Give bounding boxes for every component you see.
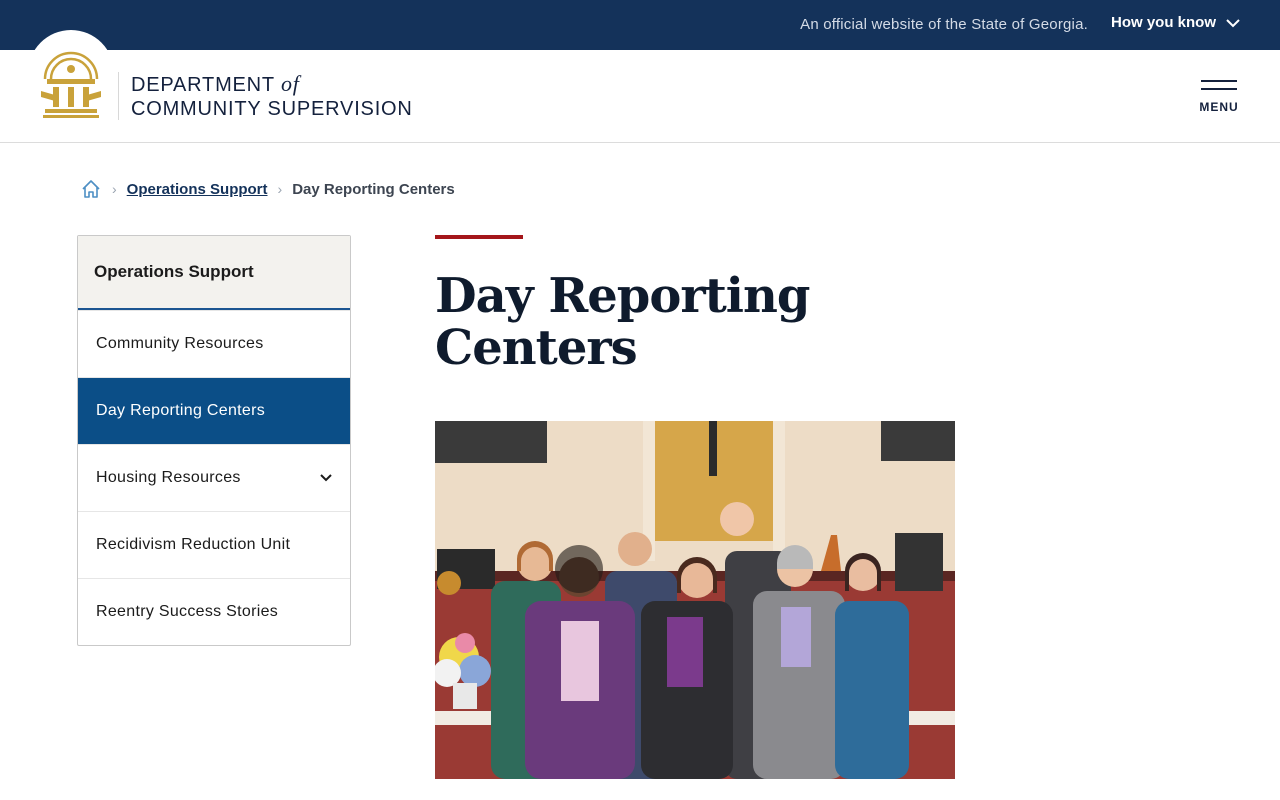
sidenav-item-community-resources[interactable]: Community Resources [78,310,350,377]
breadcrumb-separator-icon: › [112,181,117,197]
breadcrumb-current: Day Reporting Centers [292,180,455,198]
sidenav-item-day-reporting-centers[interactable]: Day Reporting Centers [78,377,350,444]
site-logo[interactable] [28,30,114,118]
georgia-seal-icon [41,51,101,118]
sidenav-item-label: Reentry Success Stories [96,603,279,620]
sidenav-item-label: Community Resources [96,335,264,352]
menu-button[interactable]: MENU [1198,80,1240,114]
chevron-down-icon [1226,18,1240,27]
hamburger-icon-bar [1201,88,1237,90]
hamburger-icon-bar [1201,80,1237,82]
sidenav-heading[interactable]: Operations Support [78,236,350,310]
section-sidenav: Operations Support Community Resources D… [77,235,351,646]
sidenav-item-reentry-success-stories[interactable]: Reentry Success Stories [78,578,350,645]
breadcrumb-link-operations-support[interactable]: Operations Support [127,181,268,198]
site-header: DEPARTMENT of COMMUNITY SUPERVISION MENU [0,30,1280,143]
sidenav-item-label: Day Reporting Centers [96,402,266,419]
brand-divider [118,72,119,120]
how-you-know-label: How you know [1111,14,1216,31]
group-photo-illustration [435,421,955,779]
brand-of: of [280,71,300,96]
agency-name[interactable]: DEPARTMENT of COMMUNITY SUPERVISION [131,72,413,121]
breadcrumb: › Operations Support › Day Reporting Cen… [80,178,455,200]
breadcrumb-separator-icon: › [277,181,283,197]
title-accent-line [435,235,523,239]
sidenav-item-recidivism-reduction-unit[interactable]: Recidivism Reduction Unit [78,511,350,578]
sidenav-item-housing-resources[interactable]: Housing Resources [78,444,350,511]
staff-group-photo [435,421,955,779]
official-site-text: An official website of the State of Geor… [800,16,1088,33]
brand-line-2: COMMUNITY SUPERVISION [131,98,413,120]
page-title: Day Reporting Centers [435,268,811,376]
how-you-know-toggle[interactable]: How you know [1111,14,1240,31]
sidenav-item-label: Housing Resources [96,469,241,486]
official-site-banner: An official website of the State of Geor… [0,0,1280,50]
brand-line-1: DEPARTMENT [131,74,275,96]
home-icon[interactable] [80,178,102,200]
chevron-down-icon[interactable] [320,474,332,482]
menu-label: MENU [1199,100,1239,114]
sidenav-item-label: Recidivism Reduction Unit [96,536,291,553]
